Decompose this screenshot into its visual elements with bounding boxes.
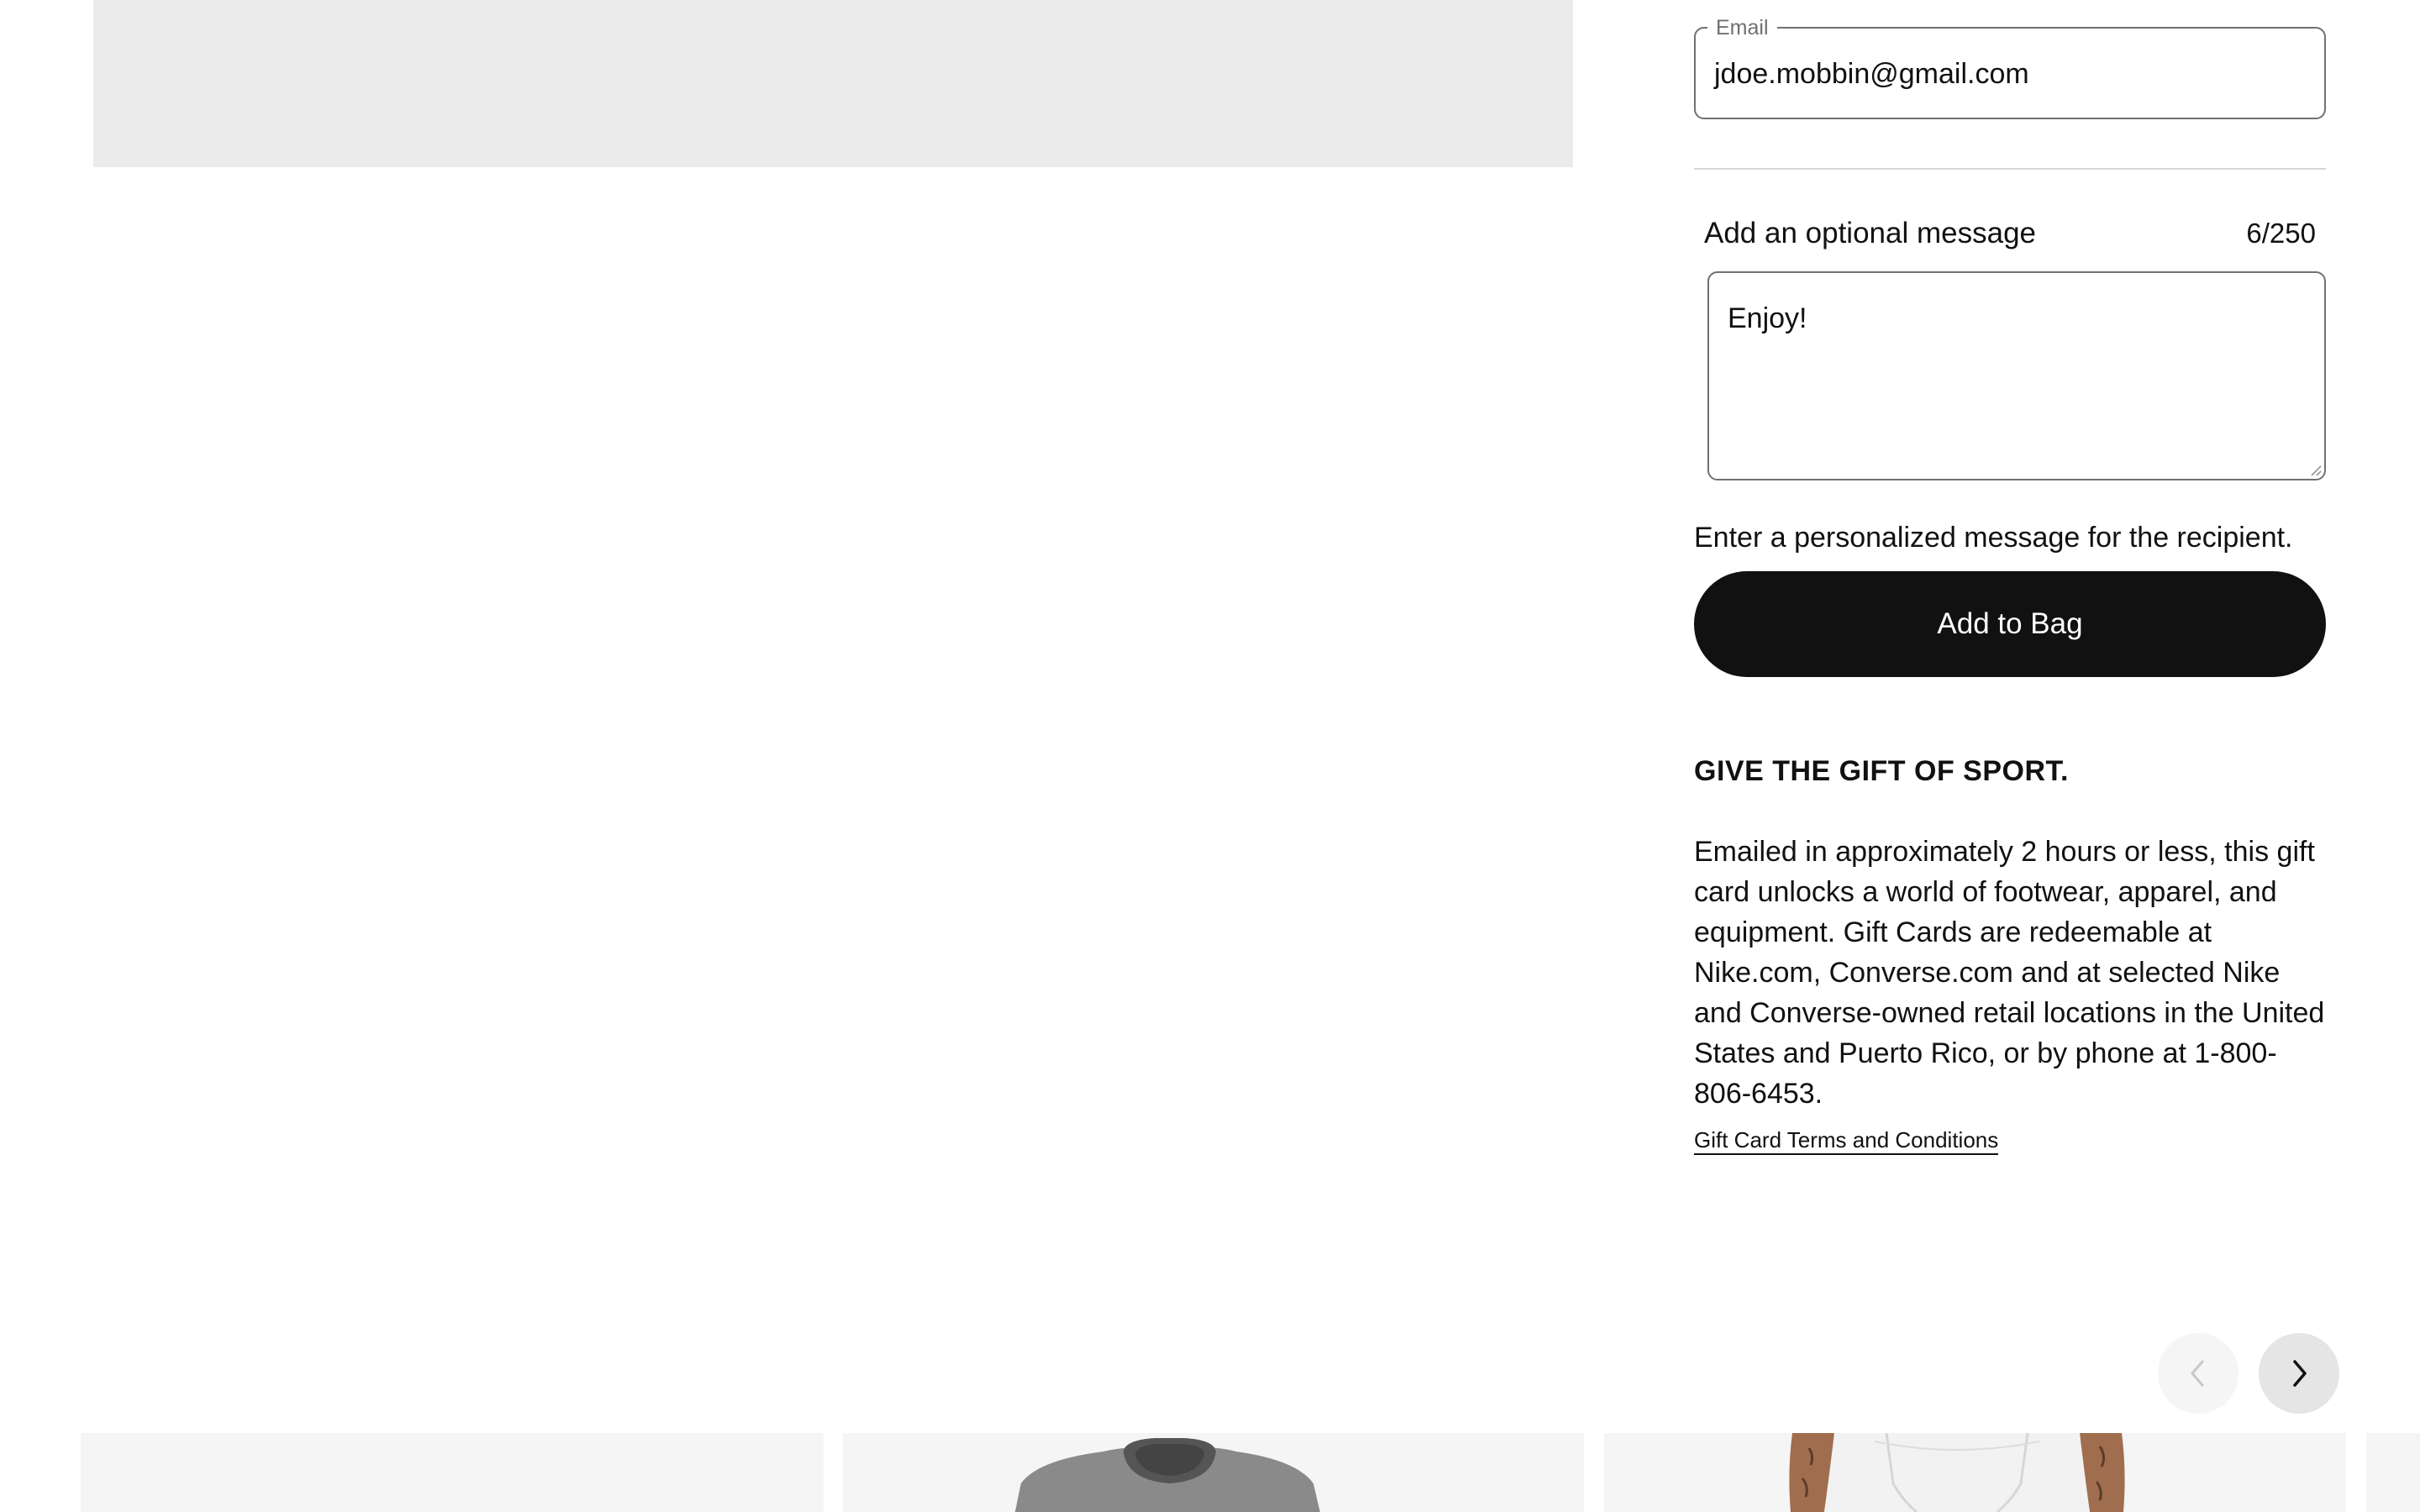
resize-handle-icon[interactable] xyxy=(2308,463,2322,476)
email-field-label: Email xyxy=(1707,16,1777,39)
gift-card-terms-link[interactable]: Gift Card Terms and Conditions xyxy=(1694,1127,1999,1155)
add-to-bag-button[interactable]: Add to Bag xyxy=(1694,571,2326,677)
message-character-counter: 6/250 xyxy=(2246,218,2316,249)
message-textarea[interactable]: Enjoy! xyxy=(1707,271,2326,480)
email-field[interactable]: Email jdoe.mobbin@gmail.com xyxy=(1694,16,2326,119)
product-card[interactable] xyxy=(2366,1433,2420,1512)
promo-description: Emailed in approximately 2 hours or less… xyxy=(1694,836,2325,1110)
chevron-right-icon xyxy=(2293,1360,2307,1387)
product-card[interactable] xyxy=(843,1433,1584,1512)
product-image-placeholder xyxy=(93,0,1573,167)
email-field-value[interactable]: jdoe.mobbin@gmail.com xyxy=(1714,57,2029,91)
model-image xyxy=(1789,1433,2125,1512)
carousel-next-button[interactable] xyxy=(2259,1333,2339,1414)
product-card[interactable] xyxy=(81,1433,823,1512)
carousel-prev-button[interactable] xyxy=(2158,1333,2238,1414)
tshirt-image xyxy=(1015,1438,1320,1512)
promo-heading: GIVE THE GIFT OF SPORT. xyxy=(1694,755,2069,787)
optional-message-title: Add an optional message xyxy=(1704,217,2036,249)
chevron-left-icon xyxy=(2191,1360,2204,1387)
message-helper-text: Enter a personalized message for the rec… xyxy=(1694,522,2293,554)
product-card[interactable] xyxy=(1604,1433,2346,1512)
message-textarea-value[interactable]: Enjoy! xyxy=(1728,302,1807,335)
section-divider xyxy=(1694,168,2326,170)
